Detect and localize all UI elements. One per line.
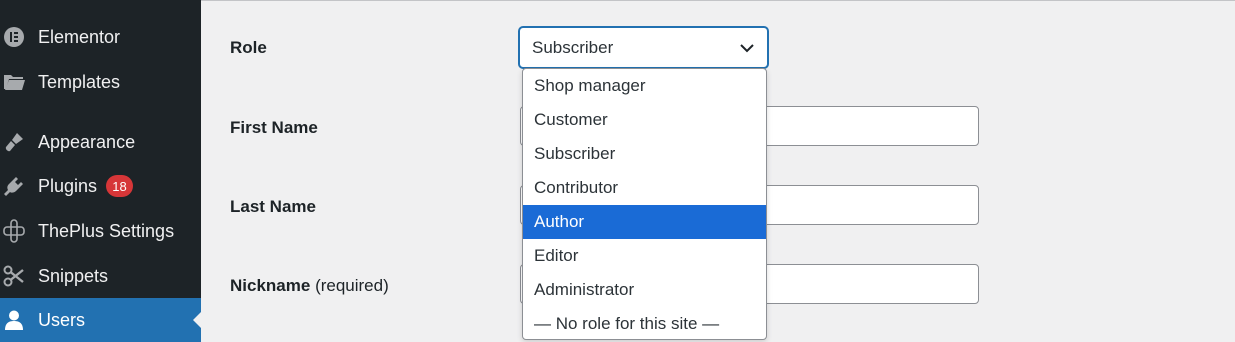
role-option-administrator[interactable]: Administrator <box>523 273 766 307</box>
role-option-editor[interactable]: Editor <box>523 239 766 273</box>
role-label: Role <box>230 38 267 57</box>
top-divider <box>201 0 1235 1</box>
sidebar-item-templates[interactable]: Templates <box>0 60 201 104</box>
user-icon <box>2 308 26 332</box>
theplus-icon <box>2 219 26 243</box>
first-name-label: First Name <box>230 118 318 137</box>
sidebar-item-label: Users <box>38 309 86 330</box>
role-option-author[interactable]: Author <box>523 205 766 239</box>
sidebar-item-label: Appearance <box>38 131 136 152</box>
role-option-shop-manager[interactable]: Shop manager <box>523 69 766 103</box>
elementor-icon <box>2 25 26 49</box>
sidebar-item-theplus-settings[interactable]: ThePlus Settings <box>0 209 201 253</box>
chevron-down-icon <box>739 40 755 56</box>
admin-sidebar: Elementor Templates Appearance Plugins 1… <box>0 0 201 342</box>
sidebar-item-label: ThePlus Settings <box>38 220 175 241</box>
required-note: (required) <box>315 276 389 295</box>
sidebar-item-label: Elementor <box>38 26 121 47</box>
sidebar-item-appearance[interactable]: Appearance <box>0 120 201 164</box>
role-option-no-role[interactable]: — No role for this site — <box>523 307 766 339</box>
nickname-label-text: Nickname <box>230 276 311 295</box>
role-option-customer[interactable]: Customer <box>523 103 766 137</box>
role-dropdown-list: Shop manager Customer Subscriber Contrib… <box>522 68 767 340</box>
sidebar-item-plugins[interactable]: Plugins 18 <box>0 164 201 208</box>
role-option-contributor[interactable]: Contributor <box>523 171 766 205</box>
role-option-subscriber[interactable]: Subscriber <box>523 137 766 171</box>
nickname-label: Nickname (required) <box>230 276 389 296</box>
sidebar-item-snippets[interactable]: Snippets <box>0 254 201 298</box>
scissors-icon <box>2 264 26 288</box>
active-indicator-arrow <box>193 312 201 328</box>
paintbrush-icon <box>2 130 26 154</box>
update-count-badge: 18 <box>106 175 133 197</box>
role-select[interactable]: Subscriber <box>519 27 768 68</box>
plugin-icon <box>2 174 26 198</box>
last-name-label: Last Name <box>230 197 316 216</box>
role-select-value: Subscriber <box>532 38 614 57</box>
sidebar-item-label: Snippets <box>38 265 109 286</box>
folder-icon <box>2 70 26 94</box>
sidebar-item-label: Templates <box>38 71 121 92</box>
sidebar-item-label: Plugins <box>38 175 98 196</box>
sidebar-item-elementor[interactable]: Elementor <box>0 15 201 59</box>
sidebar-item-users[interactable]: Users <box>0 298 201 342</box>
